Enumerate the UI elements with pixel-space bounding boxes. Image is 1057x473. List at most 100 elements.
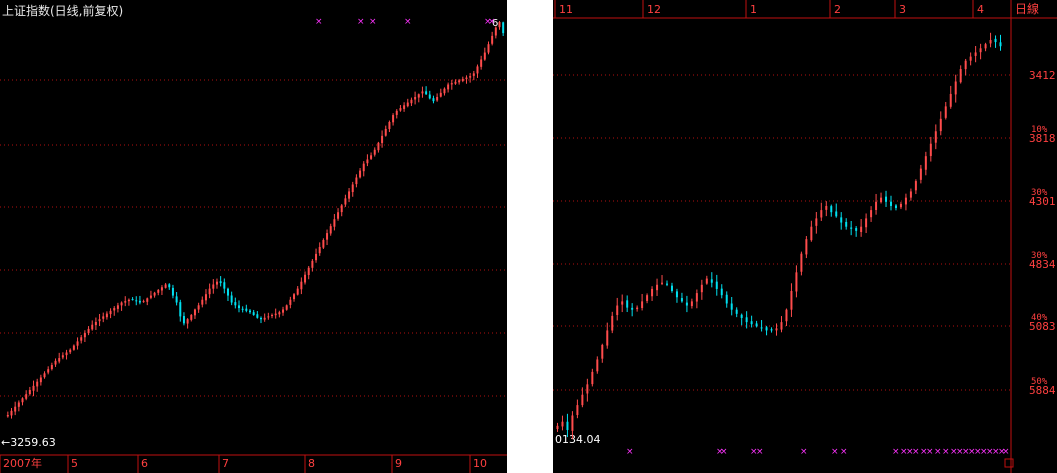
candle-body	[36, 381, 39, 387]
candle-body	[656, 284, 659, 291]
right-candlestick-chart[interactable]: 11 12 1 2 3 4 日線341210%381830%430130%483440%50…	[553, 0, 1057, 473]
signal-marker: ×	[1002, 447, 1010, 457]
month-label: 6	[141, 457, 148, 470]
candle-body	[636, 307, 639, 310]
candle-body	[865, 218, 868, 228]
candle-body	[695, 293, 698, 302]
candle-body	[146, 298, 149, 302]
candle-body	[109, 310, 112, 315]
candle-body	[83, 333, 86, 338]
candle-body	[675, 291, 678, 298]
candle-body	[959, 69, 962, 83]
signal-marker: ×	[912, 447, 920, 457]
candle-body	[421, 91, 424, 94]
candle-body	[715, 281, 718, 289]
candle-body	[388, 121, 391, 129]
candle-body	[487, 44, 490, 53]
candle-body	[770, 329, 773, 331]
price-label: 3412	[1029, 69, 1056, 82]
candle-body	[670, 285, 673, 292]
candle-body	[65, 352, 68, 356]
candle-body	[6, 415, 9, 417]
candle-body	[289, 299, 292, 305]
candle-body	[245, 308, 248, 311]
candle-body	[340, 205, 343, 213]
candle-body	[263, 317, 266, 320]
candle-body	[282, 309, 285, 313]
candle-body	[483, 52, 486, 60]
candle-body	[969, 56, 972, 61]
candle-body	[760, 327, 763, 329]
candle-body	[406, 102, 409, 107]
candle-body	[318, 246, 321, 254]
candle-body	[142, 301, 145, 303]
signal-marker: ×	[626, 447, 634, 457]
candle-body	[168, 284, 171, 288]
candle-body	[979, 48, 982, 53]
candle-body	[344, 198, 347, 205]
signal-marker: ×	[720, 447, 728, 457]
candle-body	[601, 344, 604, 359]
candle-body	[755, 323, 758, 327]
candle-body	[480, 59, 483, 67]
month-label: 12	[647, 3, 661, 16]
candle-body	[32, 385, 35, 391]
candle-body	[351, 184, 354, 193]
candle-body	[934, 131, 937, 143]
candle-body	[690, 301, 693, 307]
candle-body	[215, 281, 218, 285]
left-candlestick-chart[interactable]: 2007年 5 6 7 8 9 10←3259.636× × × × ××	[0, 0, 507, 473]
candle-body	[458, 80, 461, 83]
candle-body	[939, 118, 942, 132]
candle-body	[591, 371, 594, 385]
candle-body	[175, 296, 178, 303]
candle-body	[278, 312, 281, 315]
candle-body	[58, 358, 61, 362]
candle-body	[571, 415, 574, 431]
candle-body	[661, 282, 664, 284]
candle-body	[135, 300, 138, 302]
candle-body	[271, 315, 274, 317]
candle-body	[498, 22, 501, 28]
candle-body	[256, 314, 259, 318]
candle-body	[994, 38, 997, 43]
candle-body	[974, 52, 977, 56]
candle-body	[815, 218, 818, 226]
month-label: 2	[834, 3, 841, 16]
candle-body	[765, 327, 768, 331]
candle-body	[359, 170, 362, 178]
candle-body	[362, 163, 365, 172]
candle-body	[631, 307, 634, 310]
candle-body	[171, 287, 174, 296]
candle-body	[450, 83, 453, 85]
candle-body	[296, 288, 299, 295]
candle-body	[47, 369, 50, 373]
candle-body	[795, 272, 798, 292]
candle-body	[25, 394, 28, 399]
candle-body	[403, 105, 406, 109]
candle-body	[899, 203, 902, 208]
candle-body	[14, 406, 17, 412]
scroll-box	[1004, 458, 1014, 468]
signal-marker: ×	[315, 17, 323, 27]
month-label: 8	[308, 457, 315, 470]
candle-body	[894, 205, 897, 209]
candle-body	[315, 253, 318, 261]
price-label: 3818	[1029, 132, 1056, 145]
month-label: 2007年	[3, 456, 42, 470]
candle-body	[964, 60, 967, 70]
candle-body	[39, 377, 42, 383]
candle-body	[680, 298, 683, 302]
candle-body	[472, 73, 475, 76]
left-chart-panel: 上证指数(日线,前复权) 2007年 5 6 7 8 9 10 ←3259.63 6 × × × × × ×	[0, 0, 507, 473]
candle-body	[153, 292, 156, 296]
candle-body	[329, 226, 332, 234]
candle-body	[399, 108, 402, 111]
corner-label: 日線	[1015, 1, 1039, 16]
candle-body	[780, 322, 783, 330]
candle-body	[377, 142, 380, 151]
candle-body	[641, 301, 644, 308]
candle-body	[138, 300, 141, 303]
month-label: 9	[395, 457, 402, 470]
candle-body	[105, 313, 108, 318]
